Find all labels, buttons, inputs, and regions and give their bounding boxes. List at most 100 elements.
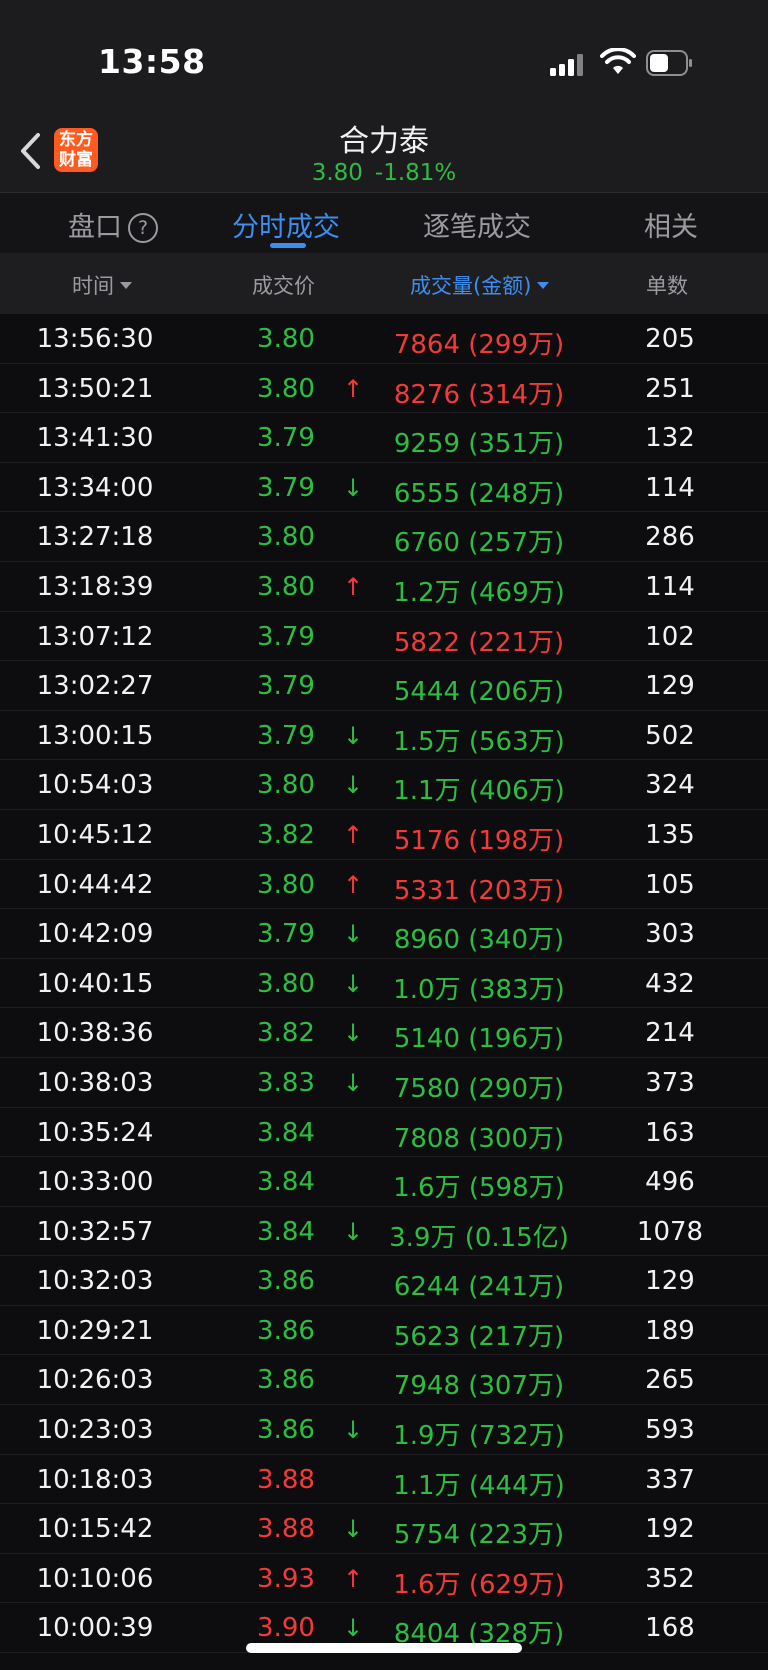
table-row[interactable]: 10:32:57 3.84 ↓ 3.9万 (0.15亿) 1078: [0, 1207, 768, 1257]
column-header-time[interactable]: 时间: [72, 270, 132, 300]
table-row[interactable]: 10:45:12 3.82 ↑ 5176 (198万) 135: [0, 810, 768, 860]
stock-price: 3.80: [311, 160, 363, 186]
trade-count: 129: [645, 1266, 695, 1297]
trade-volume: 1.9万 (732万): [393, 1421, 565, 1452]
trade-price: 3.86: [257, 1415, 315, 1446]
trade-time: 10:45:12: [36, 819, 154, 850]
table-row[interactable]: 13:34:00 3.79 ↓ 6555 (248万) 114: [0, 463, 768, 513]
trade-time: 10:32:57: [36, 1216, 154, 1247]
trade-count: 168: [645, 1613, 695, 1644]
trade-time: 13:18:39: [36, 571, 154, 602]
trade-count: 303: [645, 919, 695, 950]
table-row[interactable]: 10:40:15 3.80 ↓ 1.0万 (383万) 432: [0, 959, 768, 1009]
trade-volume: 5176 (198万): [393, 825, 565, 856]
trade-time: 10:38:03: [36, 1067, 154, 1098]
table-row[interactable]: 13:41:30 3.79 9259 (351万) 132: [0, 413, 768, 463]
table-row[interactable]: 10:44:42 3.80 ↑ 5331 (203万) 105: [0, 860, 768, 910]
table-row[interactable]: 10:23:03 3.86 ↓ 1.9万 (732万) 593: [0, 1405, 768, 1455]
trade-price: 3.80: [257, 373, 315, 404]
table-row[interactable]: 10:35:24 3.84 7808 (300万) 163: [0, 1108, 768, 1158]
tab-related[interactable]: 相关: [644, 205, 698, 244]
trade-count: 129: [645, 671, 695, 702]
table-row[interactable]: 10:29:21 3.86 5623 (217万) 189: [0, 1306, 768, 1356]
trade-volume: 9259 (351万): [393, 429, 565, 460]
trade-price: 3.80: [257, 770, 315, 801]
arrow-down-icon: ↓: [342, 1416, 364, 1445]
trade-count: 163: [645, 1117, 695, 1148]
table-row[interactable]: 13:50:21 3.80 ↑ 8276 (314万) 251: [0, 364, 768, 414]
table-row[interactable]: 10:32:03 3.86 6244 (241万) 129: [0, 1256, 768, 1306]
trade-time: 13:34:00: [36, 472, 154, 503]
trade-price: 3.79: [257, 720, 315, 751]
trade-price: 3.80: [257, 968, 315, 999]
arrow-down-icon: ↓: [342, 1614, 364, 1643]
table-row[interactable]: 13:02:27 3.79 5444 (206万) 129: [0, 661, 768, 711]
arrow-up-icon: ↑: [342, 820, 364, 849]
table-row[interactable]: 10:38:03 3.83 ↓ 7580 (290万) 373: [0, 1058, 768, 1108]
trade-time: 10:38:36: [36, 1018, 154, 1049]
trade-count: 373: [645, 1067, 695, 1098]
trade-price: 3.88: [257, 1514, 315, 1545]
cellular-signal-icon: [550, 52, 588, 76]
table-row[interactable]: 10:54:03 3.80 ↓ 1.1万 (406万) 324: [0, 760, 768, 810]
table-row[interactable]: 10:15:42 3.88 ↓ 5754 (223万) 192: [0, 1504, 768, 1554]
arrow-down-icon: ↓: [342, 1019, 364, 1048]
trade-volume: 3.9万 (0.15亿): [389, 1222, 569, 1253]
trade-time: 10:44:42: [36, 869, 154, 900]
trade-price: 3.93: [257, 1563, 315, 1594]
stock-name: 合力泰: [339, 124, 429, 159]
trade-price: 3.86: [257, 1365, 315, 1396]
table-row[interactable]: 10:18:03 3.88 1.1万 (444万) 337: [0, 1455, 768, 1505]
arrow-down-icon: ↓: [342, 721, 364, 750]
table-row[interactable]: 13:27:18 3.80 6760 (257万) 286: [0, 512, 768, 562]
trade-volume: 5754 (223万): [393, 1520, 565, 1551]
tab-order-book[interactable]: 盘口?: [68, 205, 158, 244]
sort-caret-icon: [537, 282, 550, 289]
trade-time: 10:18:03: [36, 1464, 154, 1495]
trade-time: 10:29:21: [36, 1315, 154, 1346]
trade-count: 105: [645, 869, 695, 900]
trade-volume: 1.6万 (629万): [393, 1569, 565, 1600]
table-row[interactable]: 13:56:30 3.80 7864 (299万) 205: [0, 314, 768, 364]
trade-count: 102: [645, 621, 695, 652]
trade-count: 189: [645, 1315, 695, 1346]
table-row[interactable]: 10:26:03 3.86 7948 (307万) 265: [0, 1355, 768, 1406]
trade-count: 265: [645, 1365, 695, 1396]
trade-volume: 1.5万 (563万): [393, 726, 565, 757]
table-row[interactable]: 13:18:39 3.80 ↑ 1.2万 (469万) 114: [0, 562, 768, 612]
table-row[interactable]: 10:38:36 3.82 ↓ 5140 (196万) 214: [0, 1008, 768, 1058]
trade-list[interactable]: 13:56:30 3.80 7864 (299万) 205 13:50:21 3.80 ↑ 8…: [0, 314, 768, 1654]
column-header-count: 单数: [646, 274, 688, 298]
trade-time: 10:42:09: [36, 919, 154, 950]
home-indicator: [246, 1643, 522, 1653]
table-row[interactable]: 10:42:09 3.79 ↓ 8960 (340万) 303: [0, 909, 768, 959]
arrow-down-icon: ↓: [342, 1217, 364, 1246]
help-icon[interactable]: ?: [128, 213, 158, 243]
trade-volume: 6760 (257万): [393, 528, 565, 559]
arrow-down-icon: ↓: [342, 1515, 364, 1544]
trade-time: 13:07:12: [36, 621, 154, 652]
arrow-down-icon: ↓: [342, 1068, 364, 1097]
trade-count: 205: [645, 324, 695, 354]
trade-count: 324: [645, 770, 695, 801]
trade-time: 10:15:42: [36, 1514, 154, 1545]
table-row[interactable]: 13:07:12 3.79 5822 (221万) 102: [0, 612, 768, 662]
trade-count: 1078: [636, 1216, 704, 1247]
trade-time: 10:32:03: [36, 1266, 154, 1297]
arrow-down-icon: ↓: [342, 771, 364, 800]
tab-time-trades[interactable]: 分时成交: [232, 205, 340, 244]
column-header-price: 成交价: [252, 274, 315, 298]
trade-count: 502: [645, 720, 695, 751]
column-header-volume[interactable]: 成交量(金额): [410, 270, 550, 300]
trade-volume: 7808 (300万): [393, 1123, 565, 1154]
trade-time: 10:10:06: [36, 1563, 154, 1594]
table-row[interactable]: 10:10:06 3.93 ↑ 1.6万 (629万) 352: [0, 1554, 768, 1604]
trade-time: 10:54:03: [36, 770, 154, 801]
trade-time: 10:23:03: [36, 1415, 154, 1446]
table-row[interactable]: 13:00:15 3.79 ↓ 1.5万 (563万) 502: [0, 711, 768, 761]
status-time: 13:58: [98, 42, 206, 81]
table-row[interactable]: 10:33:00 3.84 1.6万 (598万) 496: [0, 1157, 768, 1207]
trade-price: 3.86: [257, 1266, 315, 1297]
battery-icon: [646, 50, 692, 76]
tab-tick-trades[interactable]: 逐笔成交: [423, 205, 531, 244]
